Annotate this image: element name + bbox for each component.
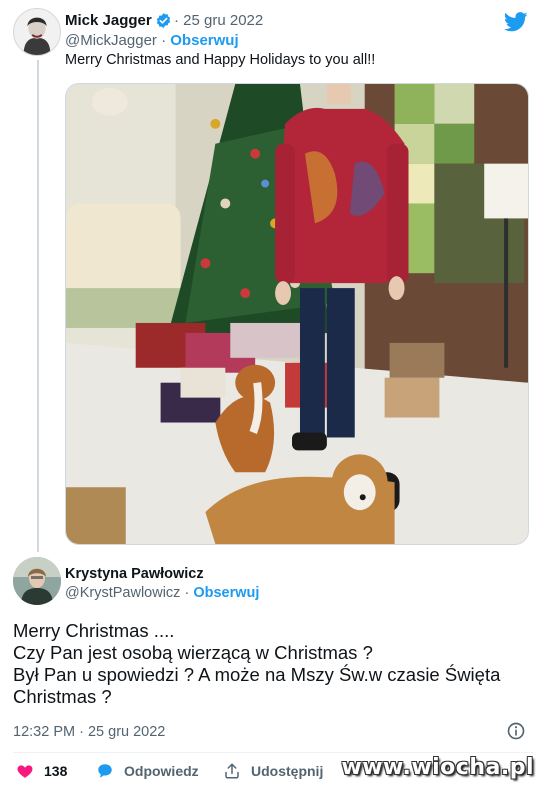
reply-button[interactable]: Odpowiedz <box>96 762 199 780</box>
like-button[interactable]: 138 <box>16 762 67 780</box>
share-label: Udostępnij <box>251 763 324 779</box>
follow-button-jagger[interactable]: Obserwuj <box>170 32 238 49</box>
share-button[interactable]: Udostępnij <box>223 762 323 780</box>
author-name-jagger[interactable]: Mick Jagger <box>65 12 152 29</box>
heart-icon <box>17 765 33 778</box>
info-icon[interactable] <box>506 721 526 741</box>
verified-badge-icon <box>156 13 171 28</box>
avatar-krystyna-pawlowicz[interactable] <box>13 557 61 605</box>
tweet-date-jagger[interactable]: · 25 gru 2022 <box>174 12 263 29</box>
watermark: www.wiocha.pl <box>341 755 534 780</box>
reply-bubble-icon <box>98 764 112 778</box>
reply-line: Czy Pan jest osobą wierzącą w Christmas … <box>13 642 373 663</box>
like-count: 138 <box>44 763 68 779</box>
tweet-photo[interactable] <box>65 83 529 545</box>
thread-line <box>37 60 39 552</box>
twitter-bird-icon[interactable] <box>504 12 528 32</box>
share-icon <box>225 763 239 779</box>
divider <box>13 752 534 753</box>
author-name-pawlowicz[interactable]: Krystyna Pawłowicz <box>65 566 204 582</box>
reply-line: Był Pan u spowiedzi ? A może na Mszy Św.… <box>13 664 501 685</box>
avatar-mick-jagger[interactable] <box>13 8 61 56</box>
tweet-text-pawlowicz: Merry Christmas .... Czy Pan jest osobą … <box>13 620 533 708</box>
handle-pawlowicz[interactable]: @KrystPawlowicz · Obserwuj <box>65 585 259 601</box>
reply-line: Merry Christmas .... <box>13 620 175 641</box>
handle-jagger[interactable]: @MickJagger · Obserwuj <box>65 32 239 49</box>
reply-label: Odpowiedz <box>124 763 199 779</box>
reply-line: Christmas ? <box>13 686 112 707</box>
tweet-timestamp[interactable]: 12:32 PM · 25 gru 2022 <box>13 724 165 740</box>
tweet-text-jagger: Merry Christmas and Happy Holidays to yo… <box>65 52 376 68</box>
follow-button-pawlowicz[interactable]: Obserwuj <box>193 585 259 601</box>
